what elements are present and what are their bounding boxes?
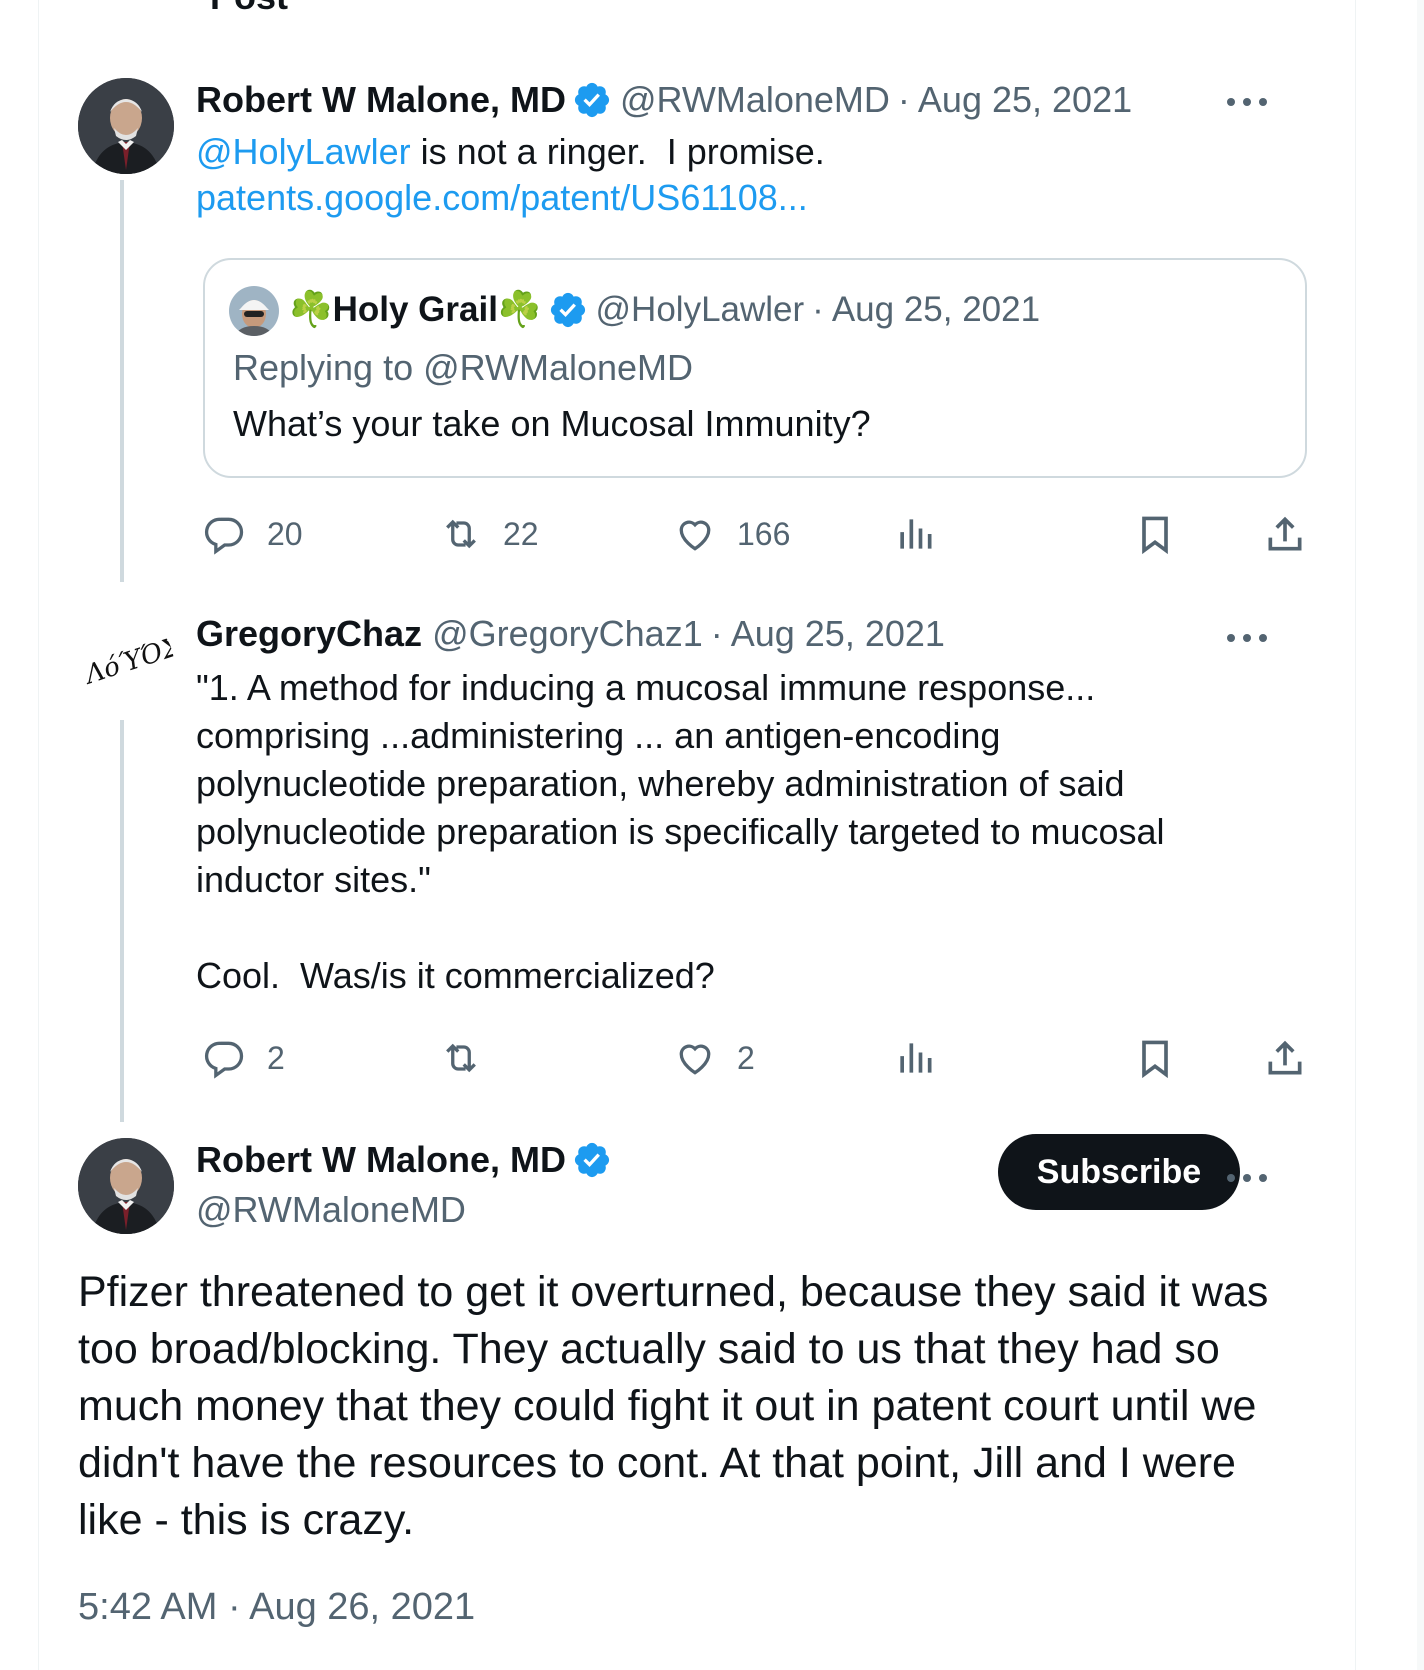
- bookmark-button[interactable]: [1133, 510, 1177, 558]
- quote-author-name: Holy Grail: [332, 290, 498, 329]
- share-icon: [1268, 516, 1302, 551]
- reply-count: 2: [267, 1039, 285, 1076]
- bookmark-icon: [1142, 1040, 1168, 1079]
- reply-icon: [204, 1041, 244, 1079]
- tweet2-line: "1. A method for inducing a mucosal immu…: [196, 667, 1096, 708]
- shamrock-icon: ☘️: [289, 290, 333, 329]
- replying-to: Replying to @RWMaloneMD: [233, 347, 694, 388]
- avatar-robert-malone[interactable]: [78, 1138, 174, 1234]
- tweet2-line: polynucleotide preparation, whereby admi…: [196, 763, 1125, 804]
- separator: ·: [710, 613, 723, 654]
- tweet3-handle-row: @RWMaloneMD: [196, 1188, 466, 1232]
- repost-button[interactable]: 22: [439, 510, 539, 558]
- like-button[interactable]: 166: [673, 510, 790, 558]
- quote-handle: @HolyLawler: [595, 290, 805, 329]
- subscribe-button[interactable]: Subscribe: [998, 1134, 1240, 1210]
- author-name[interactable]: GregoryChaz: [196, 612, 422, 656]
- tweet3-text: Pfizer threatened to get it overturned, …: [78, 1264, 1318, 1549]
- tweet-timestamp[interactable]: 5:42 AM · Aug 26, 2021: [78, 1586, 475, 1629]
- author-name[interactable]: Robert W Malone, MD: [196, 78, 566, 122]
- author-handle[interactable]: @RWMaloneMD: [196, 1188, 466, 1232]
- separator: ·: [812, 290, 824, 329]
- shamrock-icon-2: ☘️: [497, 290, 542, 329]
- tweet2-line: comprising ...administering ... an antig…: [196, 715, 1001, 756]
- avatar-gregorychaz[interactable]: ΛόΎΌΣ: [78, 616, 174, 712]
- verified-badge-icon: [574, 82, 610, 118]
- author-handle[interactable]: @RWMaloneMD: [620, 78, 890, 122]
- mention-link[interactable]: @HolyLawler: [196, 131, 411, 172]
- verified-badge-icon: [550, 292, 585, 328]
- tweet2-line: polynucleotide preparation is specifical…: [196, 811, 1165, 852]
- repost-count: 22: [503, 515, 539, 552]
- avatar-holy-grail[interactable]: [229, 286, 279, 336]
- author-name[interactable]: Robert W Malone, MD: [196, 1138, 566, 1182]
- quote-date: Aug 25, 2021: [831, 290, 1041, 329]
- heart-icon: [679, 1044, 711, 1075]
- author-handle[interactable]: @GregoryChaz1: [432, 612, 703, 656]
- tweet1-actions: 20 22 166: [203, 510, 1307, 558]
- views-button[interactable]: [893, 1034, 937, 1082]
- tweet3-line: too broad/blocking. They actually said t…: [78, 1325, 1220, 1373]
- tweet2-text: "1. A method for inducing a mucosal immu…: [196, 664, 1165, 1000]
- tweet3-author: Robert W Malone, MD: [196, 1138, 620, 1182]
- views-button[interactable]: [893, 510, 937, 558]
- like-count: 2: [737, 1039, 755, 1076]
- page-title: Post: [210, 0, 288, 18]
- tweet3-line: didn't have the resources to cont. At th…: [78, 1439, 1236, 1487]
- tweet1-text-rest: is not a ringer. I promise.: [410, 131, 825, 172]
- tweet2-line-last: Cool. Was/is it commercialized?: [196, 955, 715, 996]
- reply-count: 20: [267, 515, 303, 552]
- heart-icon: [679, 520, 711, 551]
- analytics-icon: [900, 519, 932, 549]
- reply-button[interactable]: 2: [203, 1034, 285, 1082]
- share-icon: [1268, 1040, 1302, 1075]
- share-button[interactable]: [1263, 510, 1307, 558]
- avatar-logo-text: ΛόΎΌΣ: [81, 631, 174, 691]
- tweet-date[interactable]: Aug 25, 2021: [731, 612, 945, 656]
- scrollbar[interactable]: [1417, 0, 1424, 1670]
- separator: ·: [897, 79, 910, 120]
- quote-text: What’s your take on Mucosal Immunity?: [233, 403, 871, 444]
- bookmark-button[interactable]: [1133, 1034, 1177, 1082]
- tweet-date[interactable]: Aug 25, 2021: [918, 78, 1132, 122]
- like-count: 166: [737, 515, 791, 552]
- tweet3-line: Pfizer threatened to get it overturned, …: [78, 1268, 1269, 1316]
- reply-icon: [204, 517, 244, 555]
- tweet2-header: GregoryChaz @GregoryChaz1 · Aug 25, 2021: [196, 612, 945, 656]
- tweet2-line: inductor sites.": [196, 859, 431, 900]
- reply-button[interactable]: 20: [203, 510, 303, 558]
- more-options-icon[interactable]: [1227, 1168, 1267, 1188]
- repost-button[interactable]: [439, 1034, 503, 1082]
- tweet2-actions: 2 2: [203, 1034, 1307, 1082]
- share-button[interactable]: [1263, 1034, 1307, 1082]
- repost-icon: [446, 519, 476, 549]
- verified-badge-icon: [574, 1142, 610, 1178]
- quote-header: ☘️ Holy Grail ☘️ @HolyLawler · Aug 25, 2…: [289, 288, 1040, 332]
- patent-link[interactable]: patents.google.com/patent/US61108...: [196, 174, 808, 222]
- thread-line: [120, 180, 124, 582]
- more-options-icon[interactable]: [1227, 628, 1267, 648]
- more-options-icon[interactable]: [1227, 92, 1267, 112]
- tweet3-line: like - this is crazy.: [78, 1496, 415, 1544]
- tweet1-text: @HolyLawler is not a ringer. I promise.: [196, 128, 825, 176]
- quoted-tweet[interactable]: ☘️ Holy Grail ☘️ @HolyLawler · Aug 25, 2…: [203, 258, 1307, 478]
- like-button[interactable]: 2: [673, 1034, 755, 1082]
- thread-line: [120, 720, 124, 1122]
- tweet3-line: much money that they could fight it out …: [78, 1382, 1257, 1430]
- avatar-robert-malone[interactable]: [78, 78, 174, 174]
- analytics-icon: [900, 1043, 932, 1073]
- repost-icon: [446, 1043, 476, 1073]
- tweet1-header: Robert W Malone, MD @RWMaloneMD · Aug 25…: [196, 78, 1132, 122]
- bookmark-icon: [1142, 516, 1168, 555]
